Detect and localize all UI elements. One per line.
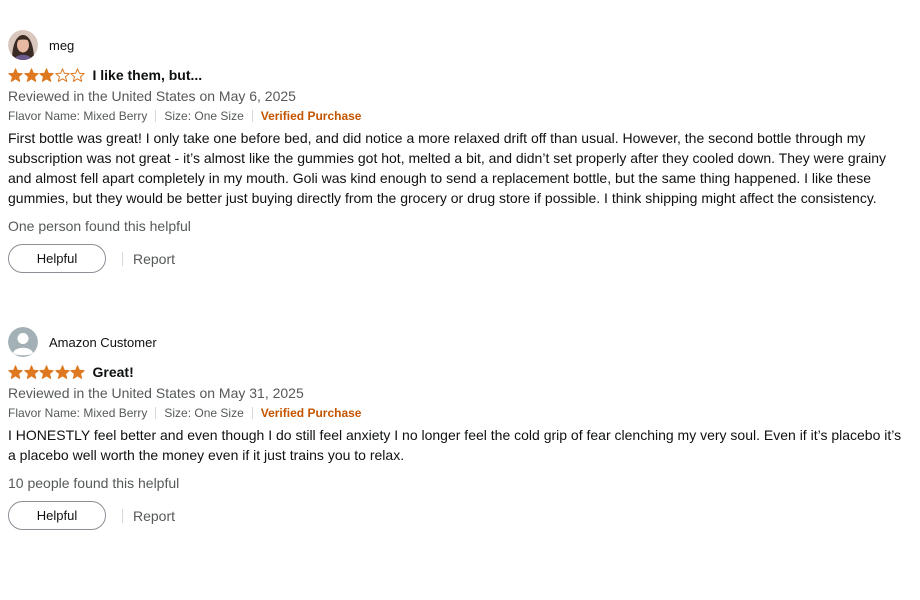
reviewer-profile[interactable]: Amazon Customer [8,327,908,357]
helpful-button[interactable]: Helpful [8,244,106,273]
review-date: Reviewed in the United States on May 6, … [8,88,296,104]
review-1: meg I like them, but... Reviewed in the … [8,30,908,273]
report-link[interactable]: Report [133,508,175,524]
star-filled-icon [23,364,39,380]
flavor-name[interactable]: Flavor Name: Mixed Berry [8,108,147,124]
review-title[interactable]: I like them, but... [93,67,203,83]
helpful-count: One person found this helpful [8,218,191,234]
star-filled-icon [8,364,23,380]
review-title-row: Great! [8,363,908,381]
review-body: I HONESTLY feel better and even though I… [8,427,902,463]
report-link[interactable]: Report [133,251,175,267]
divider [155,110,157,122]
star-empty-icon [70,67,85,83]
star-filled-icon [8,67,23,83]
reviewer-name[interactable]: meg [49,38,74,53]
divider [251,407,253,419]
verified-purchase-badge: Verified Purchase [260,109,362,123]
star-filled-icon [54,364,70,380]
review-actions: Helpful Report [8,244,908,273]
reviewer-profile[interactable]: meg [8,30,908,60]
divider [122,251,123,266]
avatar[interactable] [8,30,38,60]
review-actions: Helpful Report [8,501,908,530]
star-filled-icon [39,364,54,380]
divider [251,110,253,122]
review-2: Amazon Customer Great! Reviewed in the U… [8,327,908,530]
review-title[interactable]: Great! [93,364,134,380]
star-empty-icon [54,67,70,83]
helpful-button[interactable]: Helpful [8,501,106,530]
review-title-row: I like them, but... [8,66,908,84]
flavor-name[interactable]: Flavor Name: Mixed Berry [8,405,147,421]
default-user-icon[interactable] [8,327,38,357]
star-filled-icon [39,67,54,83]
divider [122,508,123,523]
reviewer-name[interactable]: Amazon Customer [49,335,157,350]
verified-purchase-badge: Verified Purchase [260,406,362,420]
divider [155,407,157,419]
helpful-count: 10 people found this helpful [8,475,180,491]
format-strip: Flavor Name: Mixed Berry Size: One Size … [8,108,908,124]
star-filled-icon [23,67,39,83]
star-rating[interactable] [8,67,86,83]
format-strip: Flavor Name: Mixed Berry Size: One Size … [8,405,908,421]
star-filled-icon [70,364,85,380]
size-name: Size: One Size [164,406,244,420]
size-name: Size: One Size [164,109,244,123]
review-body: First bottle was great! I only take one … [8,130,887,206]
review-date: Reviewed in the United States on May 31,… [8,385,304,401]
star-rating[interactable] [8,364,86,380]
